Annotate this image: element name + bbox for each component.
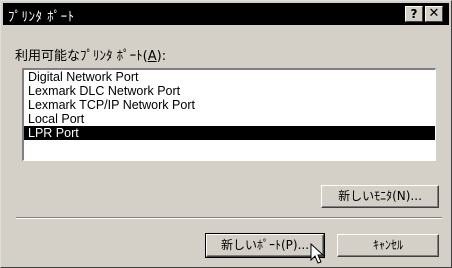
- arrow-cursor-icon: [310, 243, 325, 264]
- cancel-button[interactable]: ｷｬﾝｾﾙ: [337, 234, 439, 257]
- title-bar[interactable]: ﾌﾟﾘﾝﾀ ﾎﾟｰﾄ ? ✕: [3, 3, 449, 25]
- list-item-local-port[interactable]: Local Port: [24, 112, 435, 126]
- list-item-lexmark-tcpip-network-port[interactable]: Lexmark TCP/IP Network Port: [24, 98, 435, 112]
- ports-listbox[interactable]: Digital Network Port Lexmark DLC Network…: [22, 68, 436, 161]
- list-item-lexmark-dlc-network-port[interactable]: Lexmark DLC Network Port: [24, 84, 435, 98]
- printer-ports-dialog: ﾌﾟﾘﾝﾀ ﾎﾟｰﾄ ? ✕ 利用可能なﾌﾟﾘﾝﾀ ﾎﾟｰﾄ(A): Digit…: [0, 0, 452, 268]
- separator: [16, 217, 442, 219]
- dialog-title: ﾌﾟﾘﾝﾀ ﾎﾟｰﾄ: [8, 10, 75, 25]
- list-item-digital-network-port[interactable]: Digital Network Port: [24, 70, 435, 84]
- label-suffix: ):: [156, 49, 167, 64]
- label-accelerator: A: [147, 49, 157, 64]
- label-prefix: 利用可能なﾌﾟﾘﾝﾀ ﾎﾟｰﾄ(: [15, 49, 148, 64]
- close-button[interactable]: ✕: [425, 6, 443, 22]
- available-ports-label: 利用可能なﾌﾟﾘﾝﾀ ﾎﾟｰﾄ(A):: [15, 45, 166, 64]
- new-monitor-button[interactable]: 新しいﾓﾆﾀ(N)...: [321, 185, 439, 208]
- new-port-button[interactable]: 新しいﾎﾟｰﾄ(P)...: [205, 233, 325, 258]
- list-item-lpr-port[interactable]: LPR Port: [24, 126, 435, 140]
- help-button[interactable]: ?: [405, 6, 423, 22]
